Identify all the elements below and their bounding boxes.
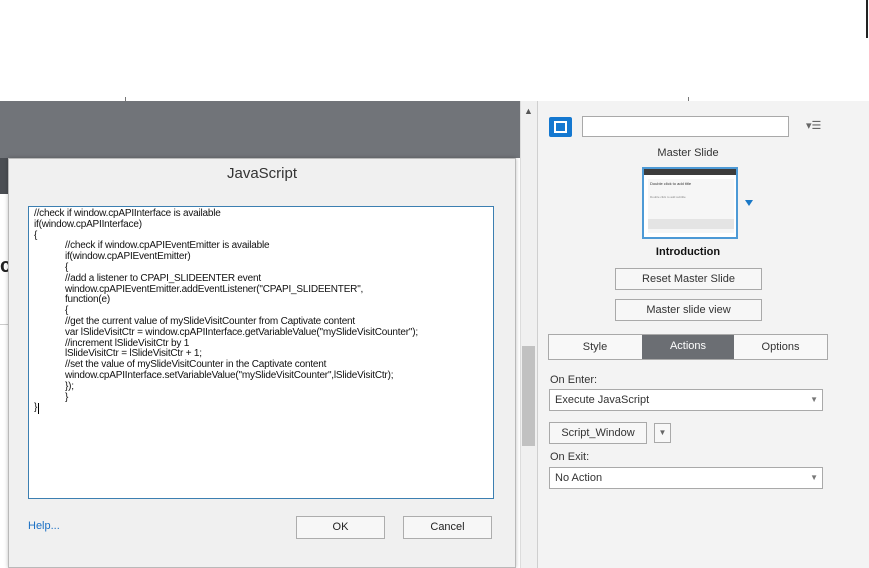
on-exit-select[interactable]: No Action ▼ — [549, 467, 823, 489]
window-edge-marker — [866, 0, 868, 38]
master-slide-thumbnail[interactable]: Double click to add title Double click t… — [642, 167, 738, 239]
thumbnail-subtitle: Double click to add subtitle — [650, 195, 686, 199]
on-enter-select[interactable]: Execute JavaScript ▼ — [549, 389, 823, 411]
code-line: }); — [34, 380, 74, 392]
thumbnail-footer — [648, 219, 734, 229]
help-link[interactable]: Help... — [28, 520, 60, 532]
thumbnail-title: Double click to add title — [650, 181, 692, 186]
stage-toolbar-band — [0, 101, 520, 158]
master-slide-view-button[interactable]: Master slide view — [615, 299, 762, 321]
slide-icon[interactable] — [549, 117, 572, 137]
scrollbar-thumb[interactable] — [522, 346, 535, 446]
code-line-last: } — [34, 402, 488, 415]
top-area — [0, 0, 869, 100]
code-line: //add a listener to CPAPI_SLIDEENTER eve… — [34, 272, 261, 284]
code-line: } — [34, 391, 69, 403]
code-line: window.cpAPIInterface.setVariableValue("… — [34, 369, 394, 381]
code-line: function(e) — [34, 294, 110, 306]
code-line: if(window.cpAPIInterface) — [34, 218, 142, 230]
on-enter-label: On Enter: — [550, 374, 598, 386]
javascript-dialog: JavaScript //check if window.cpAPIInterf… — [8, 158, 516, 568]
properties-panel: ▾☰ Master Slide Double click to add titl… — [537, 101, 869, 568]
code-line-text: } — [34, 402, 38, 414]
dialog-title: JavaScript — [226, 165, 298, 182]
tab-actions[interactable]: Actions — [642, 335, 734, 359]
chevron-down-icon[interactable] — [745, 200, 753, 206]
chevron-down-icon[interactable]: ▼ — [654, 423, 671, 443]
thumbnail-header — [644, 169, 736, 175]
master-slide-label: Master Slide — [657, 147, 719, 159]
on-exit-label: On Exit: — [550, 451, 590, 463]
panel-menu-icon[interactable]: ▾☰ — [806, 119, 821, 132]
chevron-down-icon: ▼ — [810, 395, 818, 404]
script-window-button[interactable]: Script_Window — [549, 422, 647, 444]
slide-title: Introduction — [655, 246, 721, 258]
cancel-button[interactable]: Cancel — [403, 516, 492, 539]
code-line: var lSlideVisitCtr = window.cpAPIInterfa… — [34, 326, 418, 338]
ok-button[interactable]: OK — [296, 516, 385, 539]
code-line: if(window.cpAPIEventEmitter) — [34, 251, 191, 263]
chevron-down-icon: ▼ — [810, 473, 818, 482]
tab-style[interactable]: Style — [549, 335, 641, 359]
stage-divider — [0, 324, 8, 325]
property-tabs: Style Actions Options — [548, 334, 828, 360]
stage-dark-strip — [0, 158, 8, 194]
on-exit-value: No Action — [555, 472, 603, 484]
stage-partial-text: c — [0, 255, 8, 275]
tab-options[interactable]: Options — [734, 335, 827, 359]
text-caret — [38, 403, 40, 415]
code-editor[interactable]: //check if window.cpAPIInterface is avai… — [28, 206, 494, 499]
stage-vertical-scrollbar[interactable] — [520, 101, 537, 568]
slide-name-input[interactable] — [582, 116, 789, 137]
scroll-up-icon[interactable]: ▲ — [524, 106, 533, 116]
thumbnail-body: Double click to add title Double click t… — [648, 179, 734, 233]
reset-master-slide-button[interactable]: Reset Master Slide — [615, 268, 762, 290]
on-enter-value: Execute JavaScript — [555, 394, 650, 406]
